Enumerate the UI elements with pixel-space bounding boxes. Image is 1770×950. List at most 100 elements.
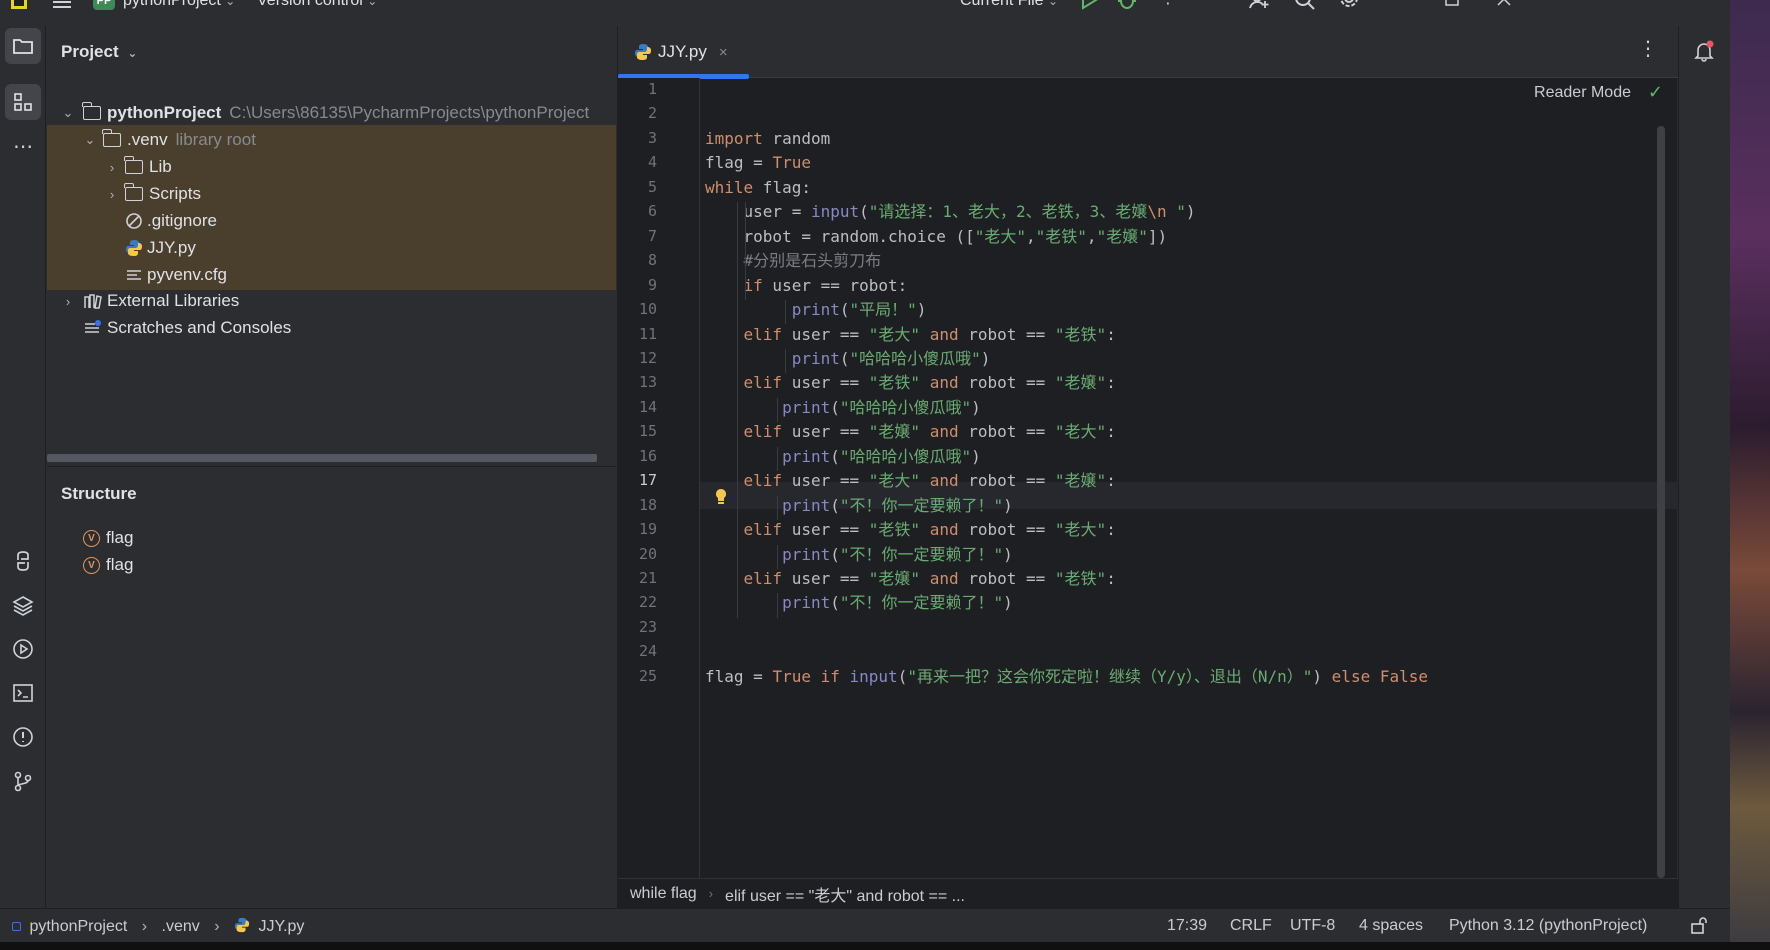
code-line[interactable]: robot = random.choice (["老大","老铁","老嬢"]) xyxy=(705,223,1168,250)
editor-vertical-scrollbar[interactable] xyxy=(1657,126,1665,878)
status-path-item[interactable]: pythonProject xyxy=(29,918,127,935)
lock-icon[interactable] xyxy=(1690,916,1708,939)
run-icon[interactable] xyxy=(1080,0,1098,15)
line-number[interactable]: 22 xyxy=(617,593,657,611)
notifications-icon[interactable] xyxy=(1693,40,1715,67)
line-number[interactable]: 1 xyxy=(617,80,657,98)
line-number[interactable]: 23 xyxy=(617,618,657,636)
structure-item-flag[interactable]: V flag xyxy=(47,523,616,553)
line-number[interactable]: 2 xyxy=(617,104,657,122)
line-number[interactable]: 16 xyxy=(617,447,657,465)
tree-item-lib[interactable]: › Lib xyxy=(47,152,616,182)
code-line[interactable]: elif user == "老铁" and robot == "老嬢": xyxy=(705,369,1116,396)
app-logo-icon[interactable] xyxy=(10,0,28,15)
project-panel-header[interactable]: Project ⌄ xyxy=(61,42,137,62)
python-packages-button[interactable] xyxy=(5,543,41,579)
line-number[interactable]: 14 xyxy=(617,398,657,416)
status-path-item[interactable]: .venv xyxy=(162,918,200,935)
code-line[interactable]: print("不！你一定要赖了！") xyxy=(705,589,1013,616)
code-line[interactable]: print("不！你一定要赖了！") xyxy=(705,492,1013,519)
code-line[interactable]: elif user == "老嬢" and robot == "老铁": xyxy=(705,565,1116,592)
vcs-widget[interactable]: Version control ⌄ xyxy=(257,0,377,10)
search-icon[interactable] xyxy=(1294,0,1316,15)
breadcrumb-item[interactable]: while flag xyxy=(630,885,697,903)
tree-item-venv[interactable]: ⌄ .venv library root xyxy=(47,125,616,155)
line-number[interactable]: 15 xyxy=(617,422,657,440)
project-switcher[interactable]: PP pythonProject ⌄ xyxy=(93,0,235,10)
code-line[interactable]: print("哈哈哈小傻瓜哦") xyxy=(705,394,981,421)
line-number[interactable]: 12 xyxy=(617,349,657,367)
line-number[interactable]: 13 xyxy=(617,373,657,391)
line-number[interactable]: 8 xyxy=(617,251,657,269)
code-line[interactable]: flag = True if input("再来一把？这会你死定啦！继续（Y/y… xyxy=(705,663,1428,690)
line-number[interactable]: 17 xyxy=(617,471,657,489)
project-tool-button[interactable] xyxy=(5,28,41,64)
code-line[interactable]: user = input("请选择：1、老大，2、老铁，3、老嬢\n ") xyxy=(705,198,1196,225)
line-number[interactable]: 21 xyxy=(617,569,657,587)
code-with-me-icon[interactable] xyxy=(1248,0,1270,15)
more-actions-icon[interactable]: ⋮ xyxy=(1160,0,1176,8)
python-interpreter[interactable]: Python 3.12 (pythonProject) xyxy=(1449,917,1647,935)
more-tool-windows-icon[interactable]: ⋯ xyxy=(5,128,41,164)
code-line[interactable]: elif user == "老嬢" and robot == "老大": xyxy=(705,418,1116,445)
code-line[interactable]: while flag: xyxy=(705,174,811,201)
chevron-down-icon[interactable]: ⌄ xyxy=(59,105,77,121)
chevron-down-icon[interactable]: ⌄ xyxy=(81,132,99,148)
breadcrumb-item[interactable]: elif user == "老大" and robot == ... xyxy=(725,882,965,906)
code-line[interactable]: print("平局！") xyxy=(705,296,927,323)
code-line[interactable]: print("不！你一定要赖了！") xyxy=(705,541,1013,568)
chevron-right-icon[interactable]: › xyxy=(59,294,77,309)
code-line[interactable]: elif user == "老铁" and robot == "老大": xyxy=(705,516,1116,543)
line-number[interactable]: 9 xyxy=(617,276,657,294)
line-number[interactable]: 18 xyxy=(617,496,657,514)
debug-icon[interactable] xyxy=(1116,0,1138,15)
code-line[interactable]: #分别是石头剪刀布 xyxy=(705,247,882,274)
git-button[interactable] xyxy=(5,763,41,799)
line-number[interactable]: 11 xyxy=(617,325,657,343)
line-number[interactable]: 19 xyxy=(617,520,657,538)
check-icon[interactable]: ✓ xyxy=(1648,82,1663,103)
terminal-button[interactable] xyxy=(5,675,41,711)
line-number[interactable]: 24 xyxy=(617,642,657,660)
close-window-icon[interactable] xyxy=(1497,0,1511,11)
line-number[interactable]: 7 xyxy=(617,227,657,245)
code-line[interactable]: flag = True xyxy=(705,149,811,176)
project-horizontal-scrollbar[interactable] xyxy=(47,454,597,462)
main-menu-icon[interactable] xyxy=(52,0,72,15)
tab-options-icon[interactable]: ⋮ xyxy=(1638,36,1658,61)
services-button[interactable] xyxy=(5,631,41,667)
layers-button[interactable] xyxy=(5,587,41,623)
lightbulb-icon[interactable] xyxy=(714,488,728,511)
code-line[interactable]: elif user == "老大" and robot == "老铁": xyxy=(705,321,1116,348)
code-line[interactable]: import random xyxy=(705,125,830,152)
tree-item-pythonproject[interactable]: ⌄ pythonProject C:\Users\86135\PycharmPr… xyxy=(47,98,616,128)
tree-item-external-libraries[interactable]: › External Libraries xyxy=(47,286,616,316)
tree-item-jjy-py[interactable]: JJY.py xyxy=(47,233,616,263)
line-number[interactable]: 10 xyxy=(617,300,657,318)
line-separator[interactable]: CRLF xyxy=(1230,917,1272,935)
code-line[interactable]: if user == robot: xyxy=(705,272,908,299)
panel-divider[interactable] xyxy=(47,466,616,467)
code-area[interactable]: import random flag = True while flag: user… xyxy=(701,78,1678,878)
reader-mode-button[interactable]: Reader Mode xyxy=(1534,84,1631,102)
tab-jjy-py[interactable]: JJY.py × xyxy=(618,26,749,79)
tree-item-gitignore[interactable]: .gitignore xyxy=(47,206,616,236)
line-number[interactable]: 3 xyxy=(617,129,657,147)
structure-tool-button[interactable] xyxy=(5,84,41,120)
line-number[interactable]: 5 xyxy=(617,178,657,196)
maximize-icon[interactable] xyxy=(1445,0,1459,11)
line-number-gutter[interactable]: 1 2 3 4 5 6 7 8 9 10 11 12 13 14 15 16 17 18 19 20 21 22 23 24 2… xyxy=(618,78,700,878)
status-path-item[interactable]: JJY.py xyxy=(258,918,304,935)
line-number[interactable]: 20 xyxy=(617,545,657,563)
file-encoding[interactable]: UTF-8 xyxy=(1290,917,1335,935)
tree-item-scratches[interactable]: Scratches and Consoles xyxy=(47,313,616,343)
tree-item-scripts[interactable]: › Scripts xyxy=(47,179,616,209)
code-line[interactable]: print("哈哈哈小傻瓜哦") xyxy=(705,443,981,470)
close-icon[interactable]: × xyxy=(719,44,728,61)
structure-item-flag[interactable]: V flag xyxy=(47,550,616,580)
chevron-right-icon[interactable]: › xyxy=(103,187,121,202)
line-number[interactable]: 25 xyxy=(617,667,657,685)
code-line[interactable]: elif user == "老大" and robot == "老嬢": xyxy=(705,467,1116,494)
code-line[interactable]: print("哈哈哈小傻瓜哦") xyxy=(705,345,991,372)
chevron-right-icon[interactable]: › xyxy=(103,160,121,175)
